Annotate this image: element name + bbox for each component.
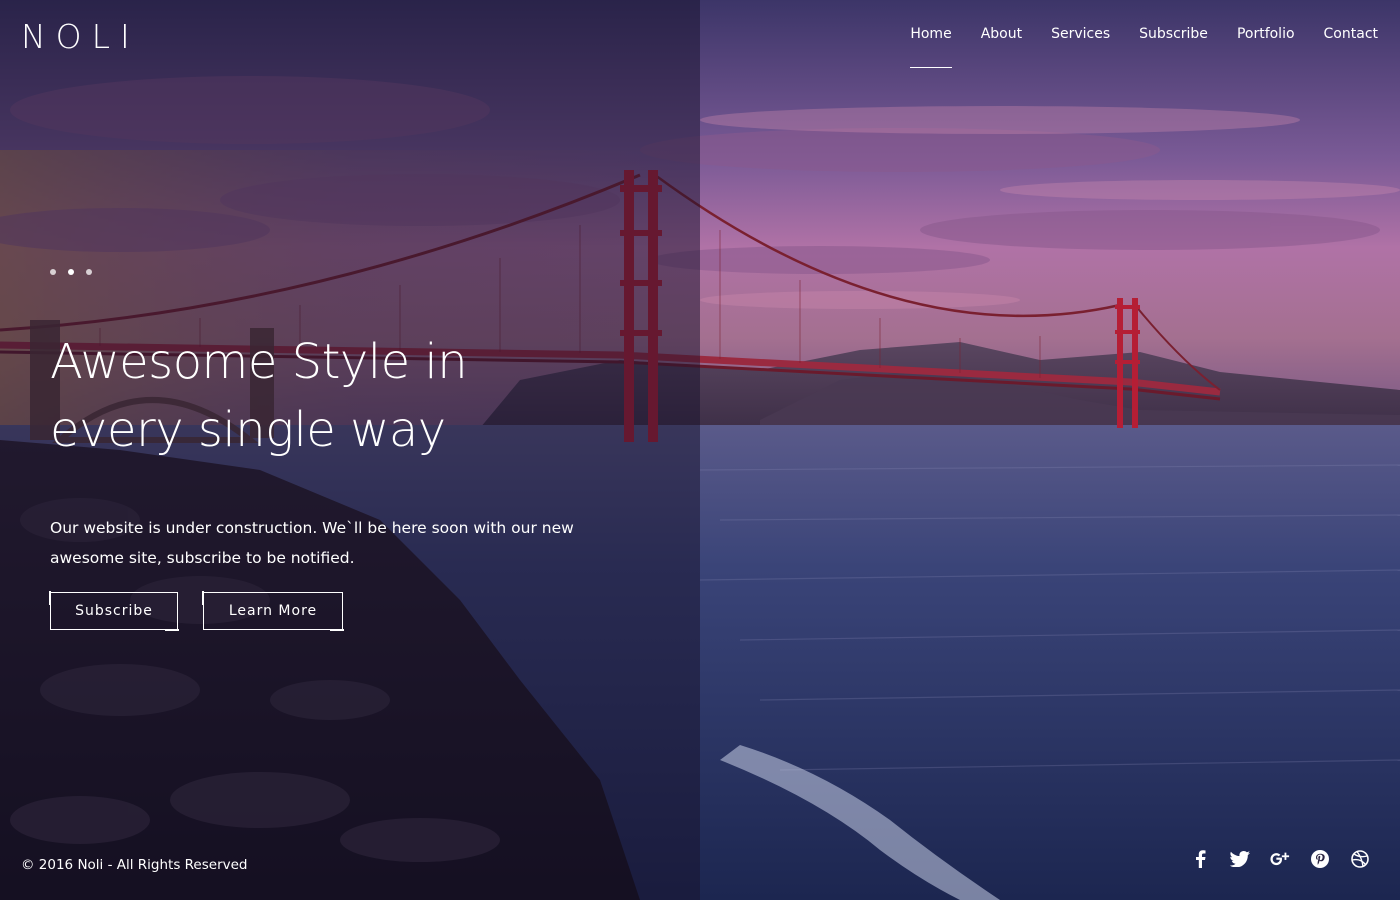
slider-dot-1[interactable] [50,269,56,275]
twitter-icon[interactable] [1230,848,1250,870]
hero-headline: Awesome Style in every single way [50,328,650,464]
learn-more-button[interactable]: Learn More [202,591,344,631]
social-links [1190,848,1370,870]
hero-description: Our website is under construction. We`ll… [50,513,610,573]
nav-item-contact[interactable]: Contact [1324,22,1378,68]
nav-item-subscribe[interactable]: Subscribe [1139,22,1208,68]
slider-dot-2[interactable] [68,269,74,275]
hero-description-line2: awesome site, subscribe to be notified. [50,549,355,567]
hero-headline-line2: every single way [50,402,446,458]
subscribe-button[interactable]: Subscribe [49,591,179,631]
main-navigation: Home About Services Subscribe Portfolio … [881,22,1378,68]
pinterest-icon[interactable] [1310,848,1330,870]
hero-description-line1: Our website is under construction. We`ll… [50,519,574,537]
dribbble-icon[interactable] [1350,848,1370,870]
logo-text: NOLI [21,17,140,56]
site-logo[interactable]: NOLI [21,20,140,54]
footer-copyright: © 2016 Noli - All Rights Reserved [21,857,248,873]
nav-item-services[interactable]: Services [1051,22,1110,68]
nav-item-portfolio[interactable]: Portfolio [1237,22,1295,68]
slider-pagination [50,269,92,275]
hero-headline-line1: Awesome Style in [50,334,468,390]
facebook-icon[interactable] [1190,848,1210,870]
google-plus-icon[interactable] [1270,848,1290,870]
slider-dot-3[interactable] [86,269,92,275]
nav-item-home[interactable]: Home [910,22,953,68]
nav-item-about[interactable]: About [981,22,1022,68]
